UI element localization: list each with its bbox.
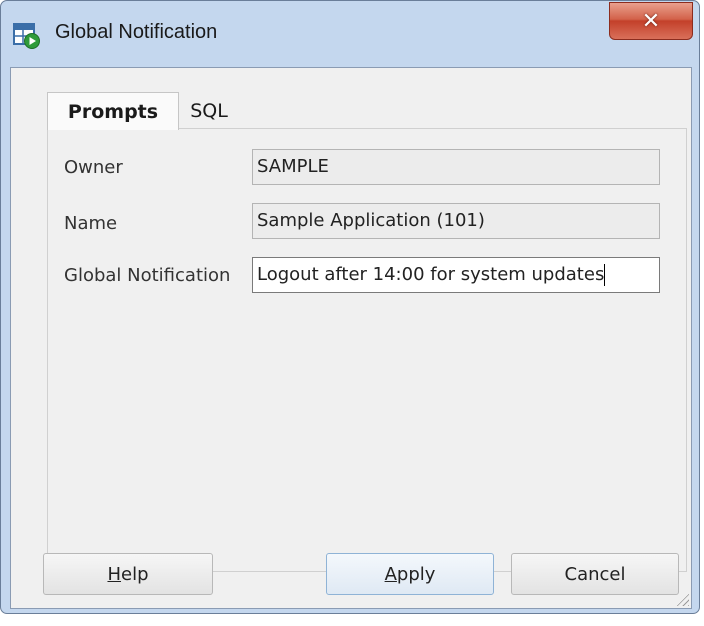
prompts-panel: Owner SAMPLE Name Sample Application (10… bbox=[47, 128, 687, 572]
global-notification-value: Logout after 14:00 for system updates bbox=[257, 264, 605, 285]
window-title: Global Notification bbox=[55, 21, 218, 43]
apply-button[interactable]: Apply bbox=[326, 553, 494, 595]
tab-prompts[interactable]: Prompts bbox=[47, 92, 179, 130]
global-notification-label: Global Notification bbox=[64, 265, 231, 286]
owner-field: SAMPLE bbox=[252, 149, 660, 185]
tab-sql[interactable]: SQL bbox=[181, 92, 237, 130]
close-button[interactable]: ✕ bbox=[609, 2, 693, 40]
name-label: Name bbox=[64, 213, 118, 234]
help-button[interactable]: Help bbox=[43, 553, 213, 595]
table-run-icon bbox=[13, 23, 41, 49]
help-button-label: Help bbox=[107, 563, 149, 585]
cancel-button[interactable]: Cancel bbox=[511, 553, 679, 595]
owner-label: Owner bbox=[64, 157, 123, 178]
text-caret bbox=[604, 264, 606, 286]
global-notification-input[interactable]: Logout after 14:00 for system updates bbox=[252, 257, 660, 293]
close-icon: ✕ bbox=[641, 8, 661, 34]
dialog-body: Prompts SQL Owner SAMPLE Name Sample App… bbox=[10, 67, 692, 609]
title-bar[interactable]: Global Notification ✕ bbox=[1, 1, 699, 61]
apply-button-label: Apply bbox=[384, 563, 436, 585]
dialog-window: Global Notification ✕ Prompts SQL Owner … bbox=[0, 0, 700, 614]
name-field: Sample Application (101) bbox=[252, 203, 660, 239]
